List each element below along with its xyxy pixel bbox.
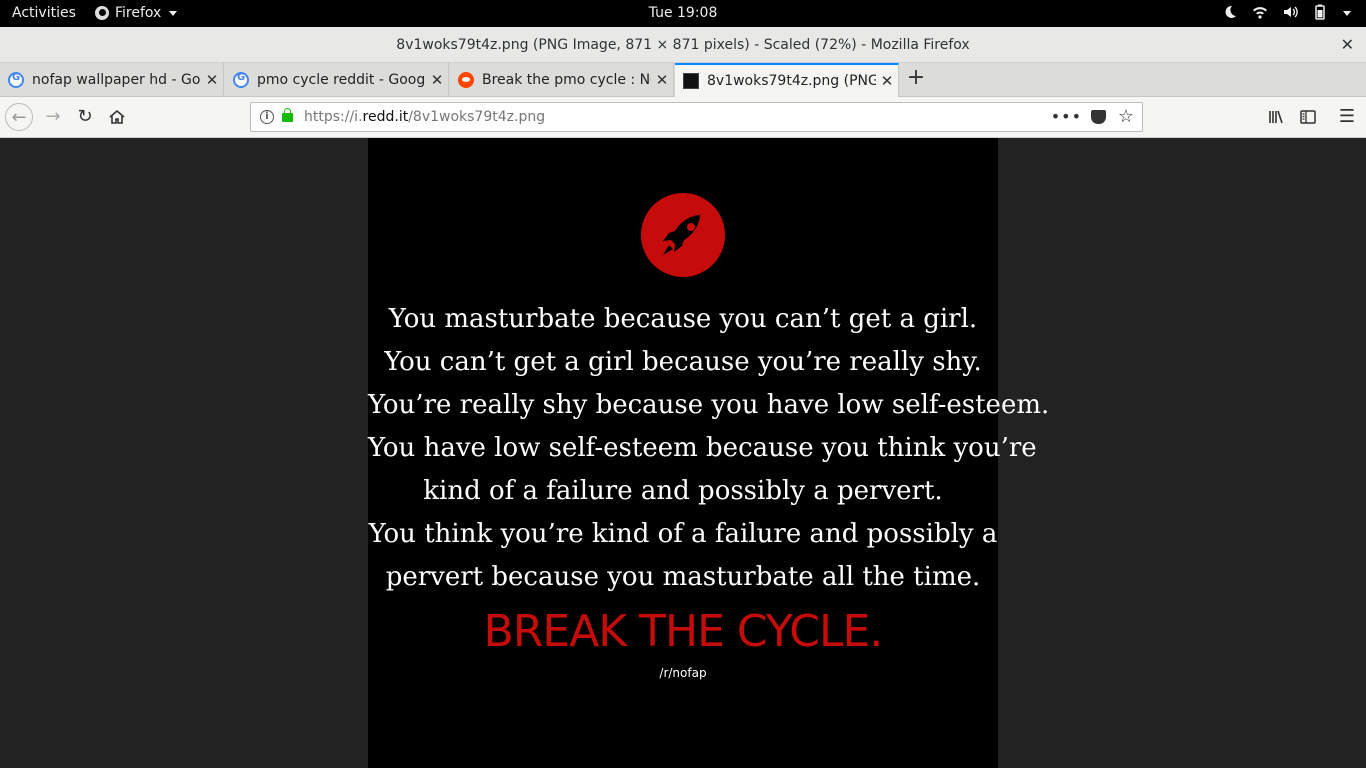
- sidebar-icon: [1300, 110, 1316, 124]
- tab-close-icon[interactable]: ✕: [876, 72, 898, 90]
- home-button[interactable]: [103, 103, 131, 131]
- tab-close-icon[interactable]: ✕: [426, 71, 448, 89]
- poster-line: You’re really shy because you have low s…: [368, 390, 1050, 420]
- tab-image-active[interactable]: 8v1woks79t4z.png (PNG ✕: [675, 63, 899, 97]
- tab-strip: nofap wallpaper hd - Goo ✕ pmo cycle red…: [0, 63, 1366, 97]
- tab-close-icon[interactable]: ✕: [201, 71, 223, 89]
- window-title: 8v1woks79t4z.png (PNG Image, 871 × 871 p…: [396, 37, 970, 53]
- pocket-icon[interactable]: [1091, 110, 1106, 124]
- volume-icon: [1282, 4, 1298, 20]
- tab-close-icon[interactable]: ✕: [651, 71, 673, 89]
- page-content: You masturbate because you can’t get a g…: [0, 138, 1366, 768]
- tab-break-the-pmo-cycle[interactable]: Break the pmo cycle : Nof ✕: [450, 63, 674, 97]
- library-icon: [1269, 110, 1283, 124]
- google-icon: [8, 72, 24, 88]
- night-light-icon: [1222, 4, 1238, 20]
- navigation-toolbar: ← → ↻ i https://i.redd.it/8v1woks79t4z.p…: [0, 97, 1366, 138]
- window-close-button[interactable]: ✕: [1341, 35, 1354, 54]
- poster-text: You masturbate because you can’t get a g…: [368, 298, 1050, 599]
- gnome-top-bar: Activities Firefox Tue 19:08: [0, 0, 1366, 27]
- tab-pmo-cycle-reddit[interactable]: pmo cycle reddit - Google ✕: [225, 63, 449, 97]
- site-info-icon[interactable]: i: [260, 110, 274, 124]
- poster-line: You think you’re kind of a failure and p…: [368, 519, 998, 549]
- poster-line: kind of a failure and possibly a pervert…: [423, 476, 943, 506]
- tab-label: Break the pmo cycle : Nof: [482, 72, 651, 88]
- rocket-logo-icon: [641, 193, 725, 277]
- page-actions-icon[interactable]: •••: [1051, 107, 1082, 126]
- window-title-bar: 8v1woks79t4z.png (PNG Image, 871 × 871 p…: [0, 27, 1366, 63]
- lock-icon[interactable]: [282, 108, 293, 122]
- poster-line: You masturbate because you can’t get a g…: [388, 304, 978, 334]
- tab-label: pmo cycle reddit - Google: [257, 72, 426, 88]
- sidebar-button[interactable]: [1294, 103, 1322, 131]
- clock[interactable]: Tue 19:08: [0, 5, 1366, 21]
- image-icon: [683, 73, 699, 89]
- reddit-icon: [458, 72, 474, 88]
- battery-icon: [1312, 4, 1328, 20]
- back-button[interactable]: ←: [5, 103, 33, 131]
- address-bar[interactable]: i https://i.redd.it/8v1woks79t4z.png •••…: [250, 102, 1143, 132]
- poster-line: pervert because you masturbate all the t…: [385, 562, 981, 592]
- tab-nofap-wallpaper[interactable]: nofap wallpaper hd - Goo ✕: [0, 63, 224, 97]
- hamburger-menu-button[interactable]: ☰: [1333, 103, 1361, 131]
- poster-line: You have low self-esteem because you thi…: [368, 433, 1037, 463]
- new-tab-button[interactable]: +: [904, 67, 928, 91]
- system-tray[interactable]: [1222, 4, 1352, 20]
- displayed-image[interactable]: You masturbate because you can’t get a g…: [368, 138, 1050, 768]
- reload-button[interactable]: ↻: [71, 103, 99, 131]
- google-icon: [233, 72, 249, 88]
- system-menu-caret-icon: [1342, 4, 1352, 20]
- tab-label: nofap wallpaper hd - Goo: [32, 72, 201, 88]
- bookmark-star-icon[interactable]: ☆: [1118, 106, 1134, 127]
- url-text[interactable]: https://i.redd.it/8v1woks79t4z.png: [304, 109, 545, 125]
- home-icon: [109, 109, 125, 124]
- subreddit-label: /r/nofap: [659, 666, 707, 680]
- tab-label: 8v1woks79t4z.png (PNG: [707, 73, 876, 89]
- forward-button[interactable]: →: [39, 103, 67, 131]
- library-button[interactable]: [1262, 103, 1290, 131]
- poster-line: You can’t get a girl because you’re real…: [384, 347, 982, 377]
- wifi-icon: [1252, 4, 1268, 20]
- break-the-cycle-heading: BREAK THE CYCLE.: [483, 606, 884, 657]
